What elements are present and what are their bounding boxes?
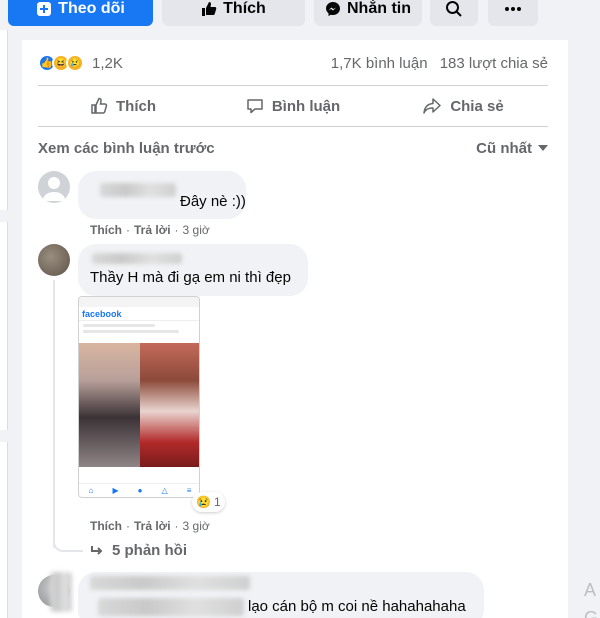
menu-icon: ≡ [186,486,192,495]
comment-timestamp[interactable]: 3 giờ [183,519,210,533]
attachment-reaction-badge[interactable]: 😢 1 [192,492,225,512]
more-options-button[interactable] [488,0,538,26]
comment-reply-link[interactable]: Trả lời [134,223,171,237]
thumbs-up-outline-icon [91,97,108,114]
comment-like-link[interactable]: Thích [90,223,122,237]
post-stats: 👍 😆 😢 1,2K 1,7K bình luận 183 lượt chia … [38,50,548,76]
separator: · [126,519,130,533]
phone-status-bar [79,297,199,307]
comment-bubble: Thầy H mà đi gạ em ni thì đẹp [78,244,308,296]
chevron-down-icon [538,145,548,151]
search-button[interactable] [430,0,478,26]
comment-attachment-screenshot[interactable]: facebook ⌂ ▶ ● △ ≡ [78,296,200,498]
follow-icon [37,2,52,16]
message-button[interactable]: Nhắn tin [314,0,422,26]
thread-line [53,280,55,548]
divider [38,126,548,127]
profile-action-bar: Theo dõi Thích Nhắn tin [0,0,600,30]
follow-label: Theo dõi [58,0,125,17]
home-icon: ⌂ [88,486,94,495]
view-previous-comments-link[interactable]: Xem các bình luận trước [38,140,215,157]
more-dots-icon [505,7,521,11]
search-icon [446,1,462,17]
right-column-edge: A G [568,30,600,618]
like-page-label: Thích [223,0,266,17]
facebook-logo: facebook [79,307,199,321]
reaction-summary[interactable]: 👍 😆 😢 1,2K [38,54,123,72]
comment-bubble: lạo cán bộ m coi nề hahahahaha [78,572,484,618]
separator: · [126,223,130,237]
attachment-photos [79,343,199,467]
separator: · [174,223,179,237]
redacted-commenter-name [90,576,250,590]
comment-actions: Thích · Trả lời · 3 giờ [90,223,210,237]
redacted-comment-prefix [98,598,244,616]
commenter-avatar[interactable] [38,171,70,203]
blurred-photo [140,343,199,467]
comment-text: Thầy H mà đi gạ em ni thì đẹp [90,269,291,286]
engagement-counts: 1,7K bình luận 183 lượt chia sẻ [323,55,548,72]
comment-text: lạo cán bộ m coi nề hahahahaha [248,598,466,615]
blurred-photo [79,343,140,467]
comment-bubble: Đây nè :)) [78,171,246,219]
like-page-button[interactable]: Thích [162,0,305,26]
comment-reply-link[interactable]: Trả lời [134,519,171,533]
comment-text: Đây nè :)) [180,193,246,210]
redacted-commenter-name [92,253,182,264]
comment-button[interactable]: Bình luận [208,88,378,124]
sad-reaction-icon: 😢 [66,54,84,72]
separator: · [174,519,179,533]
cropped-text: A [584,580,597,600]
post-card: 👍 😆 😢 1,2K 1,7K bình luận 183 lượt chia … [22,40,568,618]
video-icon: ▶ [112,486,119,495]
placeholder-line [83,330,179,333]
sidebar-gap [0,210,8,222]
replies-count: 5 phản hồi [112,542,187,559]
message-label: Nhắn tin [347,0,411,17]
comment-sort-dropdown[interactable]: Cũ nhất [476,140,548,157]
attachment-tab-bar: ⌂ ▶ ● △ ≡ [79,483,199,497]
placeholder-line [83,324,155,327]
redacted-commenter-name [100,183,176,197]
like-label: Thích [116,97,156,115]
comment-icon [247,99,263,114]
comment-like-link[interactable]: Thích [90,519,122,533]
comment-label: Bình luận [271,97,341,115]
view-replies-link[interactable]: 5 phản hồi [90,542,187,559]
thumbs-up-icon [202,2,217,16]
sort-label: Cũ nhất [476,139,532,157]
share-label: Chia sẻ [450,97,504,115]
bell-icon: △ [161,486,168,495]
share-count[interactable]: 183 lượt chia sẻ [440,55,548,72]
share-icon [423,98,442,114]
like-button[interactable]: Thích [38,88,208,124]
sidebar-gap [0,430,8,442]
comment-timestamp[interactable]: 3 giờ [183,223,210,237]
reply-thread-connector [53,530,83,552]
redacted-avatar-overlay [50,572,72,612]
cropped-text: G [584,608,599,618]
comment-actions: Thích · Trả lời · 3 giờ [90,519,210,533]
post-action-bar: Thích Bình luận Chia sẻ [38,88,548,124]
reaction-count: 1 [213,495,221,509]
comments-header: Xem các bình luận trước Cũ nhất [38,136,548,160]
commenter-avatar[interactable] [38,244,70,276]
default-avatar-icon [42,177,66,201]
comment-count[interactable]: 1,7K bình luận [331,55,428,72]
messenger-icon [326,2,340,16]
share-button[interactable]: Chia sẻ [378,88,548,124]
reaction-count: 1,2K [92,54,123,72]
divider [38,85,548,86]
groups-icon: ● [137,486,143,495]
sad-reaction-icon: 😢 [196,495,211,509]
left-sidebar-edge [0,30,8,618]
follow-button[interactable]: Theo dõi [8,0,153,26]
reply-arrow-icon [91,545,103,555]
